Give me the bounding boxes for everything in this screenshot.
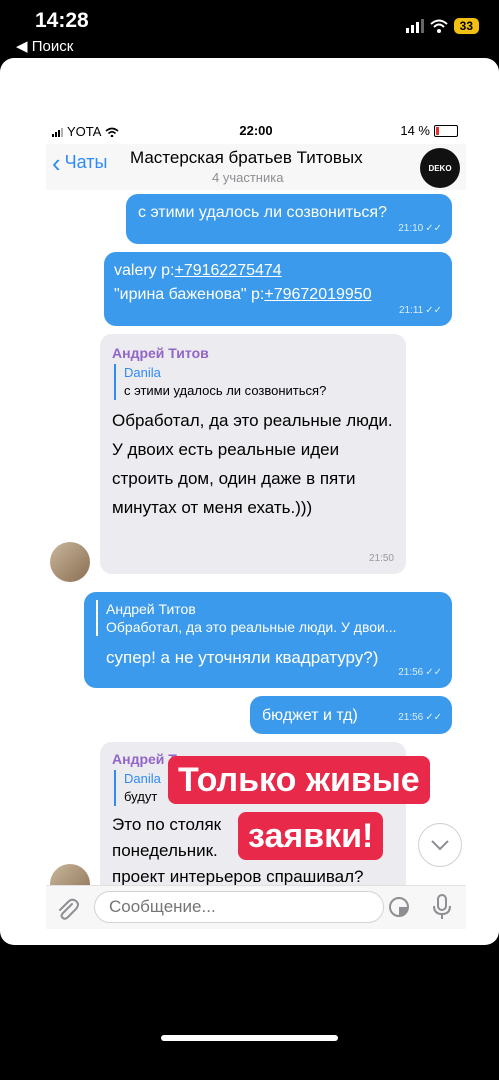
double-check-icon: ✓✓ [425,667,442,678]
chat-subtitle: 4 участника [212,170,284,185]
double-check-icon: ✓✓ [425,712,442,723]
message-input[interactable] [94,891,384,923]
message-text: супер! а не уточняли квадратуру?) [106,648,379,667]
chat-title[interactable]: Мастерская братьев Титовых [130,148,363,168]
chevron-left-icon: ‹ [52,147,61,178]
reply-text: с этими удалось ли созвониться? [124,383,327,398]
message-time: 21:11 [398,305,424,316]
reply-author: Андрей Титов [106,601,196,617]
sender-avatar[interactable] [50,542,90,582]
reply-quote[interactable]: Danila с этими удалось ли созвониться? [114,364,394,400]
message-outgoing[interactable]: бюджет и тд) 21:56 ✓✓ [250,696,452,734]
reply-quote[interactable]: Андрей Титов Обработал, да это реальные … [96,600,446,636]
scroll-down-button[interactable] [418,823,462,867]
overlay-caption-line2: заявки! [238,812,384,860]
chevron-down-icon [431,840,449,851]
double-check-icon: ✓✓ [425,305,442,316]
home-indicator[interactable] [161,1035,338,1041]
screenshot-card: YOTA 22:00 14 % ‹ Чаты Мастерская братье… [0,58,499,945]
phone-status-icons: 33 [405,18,479,34]
group-avatar[interactable]: DEKO [420,148,460,188]
contact-label: "ирина баженова" p: [114,286,265,303]
message-time: 21:10 [398,223,424,234]
phone-status-bar: 14:28 ◀ Поиск 33 [0,0,499,58]
inner-status-bar: YOTA 22:00 14 % [46,118,466,144]
message-outgoing[interactable]: Андрей Титов Обработал, да это реальные … [84,592,452,688]
signal-icon [405,19,424,33]
chat-header: ‹ Чаты Мастерская братьев Титовых 4 учас… [46,144,466,191]
reply-text: Обработал, да это реальные люди. У двои.… [106,619,397,635]
message-outgoing[interactable]: valery p:+79162275474 "ирина баженова" p… [104,252,452,326]
inner-battery: 14 % [400,123,458,138]
attachment-icon[interactable] [54,896,80,922]
sender-avatar[interactable] [50,864,90,885]
back-button[interactable]: ‹ Чаты [52,147,108,178]
message-composer [46,885,466,929]
wifi-icon [429,19,448,33]
message-time: 21:56 [398,667,424,678]
sender-name: Андрей Титов [112,345,209,361]
reply-author: Danila [124,365,161,380]
message-time: 21:56 [398,712,424,723]
double-check-icon: ✓✓ [425,223,442,234]
back-label: Чаты [64,152,108,172]
battery-icon: 33 [453,18,479,34]
message-line: проект интерьеров спрашивал? [112,867,364,885]
microphone-icon[interactable] [432,894,452,920]
message-text: с этими удалось ли созвониться? [138,204,387,221]
message-incoming[interactable]: Андрей Титов Danila с этими удалось ли с… [100,334,406,574]
message-text: бюджет и тд) [262,707,358,724]
contact-label: valery p: [114,262,175,279]
telegram-screen: YOTA 22:00 14 % ‹ Чаты Мастерская братье… [46,118,466,929]
sticker-icon[interactable] [388,896,410,918]
message-text: Обработал, да это реальные люди. У двоих… [112,411,393,517]
overlay-caption-line1: Только живые [168,756,430,804]
message-list[interactable]: с этими удалось ли созвониться? 21:10 ✓✓ … [46,190,466,885]
phone-time: 14:28 [35,9,89,32]
battery-icon [434,124,458,137]
message-time: 21:50 [368,553,394,564]
back-to-search-link[interactable]: ◀ Поиск [16,37,73,55]
phone-link[interactable]: +79162275474 [174,262,281,279]
battery-percent: 14 % [400,123,430,138]
message-outgoing[interactable]: с этими удалось ли созвониться? 21:10 ✓✓ [126,194,452,244]
phone-link[interactable]: +79672019950 [264,286,371,303]
